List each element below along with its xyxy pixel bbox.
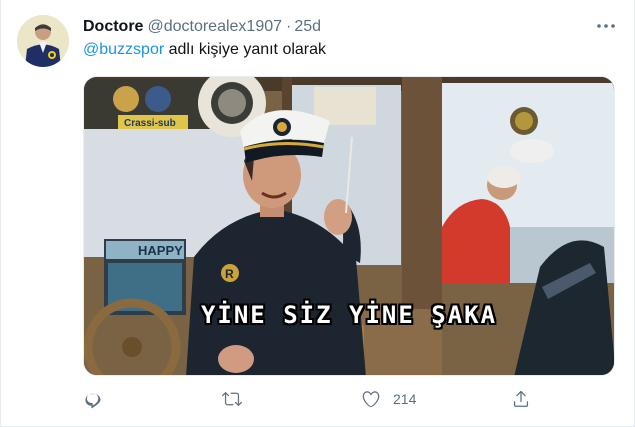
media-gif[interactable]: Crassi-sub HAPPY R YİNE SİZ YİNE ŞAKA xyxy=(83,76,615,376)
cap-badge-letter: R xyxy=(225,267,234,281)
like-count: 214 xyxy=(393,391,417,407)
sticker-crassi: Crassi-sub xyxy=(124,118,176,129)
retweet-button[interactable] xyxy=(221,389,243,409)
tweet-card[interactable]: Doctore @doctorealex1907 · 25d @buzzspor… xyxy=(0,0,635,427)
tweet-timestamp[interactable]: 25d xyxy=(294,17,321,37)
reply-button[interactable] xyxy=(83,389,103,409)
reply-context: @buzzspor adlı kişiye yanıt olarak xyxy=(83,40,326,60)
share-button[interactable] xyxy=(511,389,531,409)
tweet-header: Doctore @doctorealex1907 · 25d xyxy=(83,17,321,37)
reply-icon[interactable] xyxy=(83,389,103,409)
gif-caption: YİNE SİZ YİNE ŞAKA xyxy=(200,301,498,329)
like-button[interactable]: 214 xyxy=(361,389,416,409)
heart-icon[interactable] xyxy=(361,389,381,409)
user-handle[interactable]: @doctorealex1907 xyxy=(147,17,282,37)
display-name[interactable]: Doctore xyxy=(83,17,143,37)
reply-mention-link[interactable]: @buzzspor xyxy=(83,41,164,58)
tweet-actions: 214 xyxy=(83,389,533,413)
avatar[interactable] xyxy=(17,15,69,67)
more-options-icon[interactable] xyxy=(591,14,621,38)
separator-dot: · xyxy=(286,18,292,35)
share-icon[interactable] xyxy=(511,389,531,409)
reply-context-text: adlı kişiye yanıt olarak xyxy=(164,41,327,58)
retweet-icon[interactable] xyxy=(221,389,243,409)
sign-happy: HAPPY xyxy=(138,243,183,258)
